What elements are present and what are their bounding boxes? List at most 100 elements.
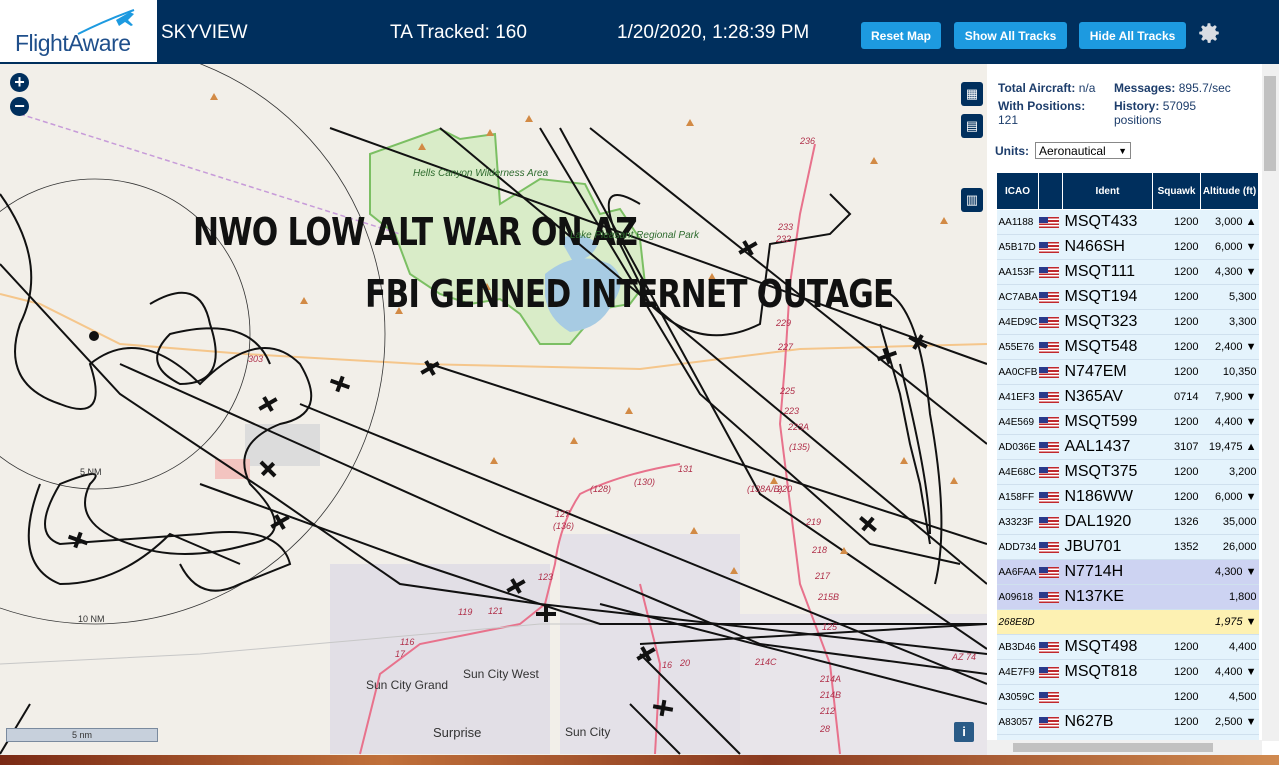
table-row[interactable]: A4E68C MSQT375 1200 3,200 (996, 459, 1259, 485)
col-header-altitude[interactable]: Altitude (ft) (1200, 172, 1259, 210)
ident-cell: N137KE (1062, 584, 1153, 610)
road-label: 233 (778, 222, 794, 232)
flightaware-logo[interactable]: FlightAware (0, 0, 157, 62)
road-label: 20 (680, 658, 691, 668)
grid-toggle-icon[interactable]: ▤ (961, 114, 983, 138)
icao-cell: A3059C (996, 684, 1039, 710)
us-flag-icon (1038, 241, 1059, 253)
table-row[interactable]: AA1188 MSQT433 1200 3,000 ▲ (996, 209, 1259, 235)
table-row[interactable]: A55E76 MSQT548 1200 2,400 ▼ (996, 334, 1259, 360)
horizontal-scroll-thumb[interactable] (1013, 743, 1213, 752)
flag-cell (1038, 534, 1063, 560)
flag-cell (1038, 484, 1063, 510)
logo-text: FlightAware (15, 30, 131, 56)
us-flag-icon (1038, 691, 1059, 703)
zoom-in-button[interactable]: + (10, 73, 29, 92)
units-select[interactable]: Aeronautical ▼ (1035, 142, 1131, 159)
table-row[interactable]: AA0CFB N747EM 1200 10,350 (996, 359, 1259, 385)
table-row[interactable]: A158FF N186WW 1200 6,000 ▼ (996, 484, 1259, 510)
table-row[interactable]: A4E569 MSQT599 1200 4,400 ▼ (996, 409, 1259, 435)
table-row[interactable]: A3059C 1200 4,500 (996, 684, 1259, 710)
map-layers-icon[interactable]: ▦ (961, 82, 983, 106)
squawk-cell: 1200 (1152, 334, 1201, 360)
table-row[interactable]: AD036E AAL1437 3107 19,475 ▲ (996, 434, 1259, 460)
col-header-ident[interactable]: Ident (1062, 172, 1153, 210)
table-row[interactable]: AB3D46 MSQT498 1200 4,400 (996, 634, 1259, 660)
altitude-cell: 1,800 (1200, 584, 1259, 610)
table-row[interactable]: A83057 N627B 1200 2,500 ▼ (996, 709, 1259, 735)
flag-cell (1038, 634, 1063, 660)
us-flag-icon (1038, 291, 1059, 303)
us-flag-icon (1038, 216, 1059, 228)
table-row[interactable]: AA6FAA N7714H 4,300 ▼ (996, 559, 1259, 585)
app-title: SKYVIEW (161, 22, 248, 43)
col-header-icao[interactable]: ICAO (996, 172, 1039, 210)
table-row[interactable]: A5B17D N466SH 1200 6,000 ▼ (996, 234, 1259, 260)
us-flag-icon (1038, 566, 1059, 578)
table-row[interactable]: ADD734 JBU701 1352 26,000 (996, 534, 1259, 560)
table-row[interactable]: A09618 N137KE 1,800 (996, 584, 1259, 610)
ident-cell: MSQT498 (1062, 634, 1153, 660)
table-row[interactable]: AA153F MSQT111 1200 4,300 ▼ (996, 259, 1259, 285)
vertical-scroll-thumb[interactable] (1264, 76, 1276, 171)
ident-cell: MSQT111 (1062, 259, 1153, 285)
ident-cell: N627B (1062, 709, 1153, 735)
altitude-cell: 6,000 ▼ (1200, 484, 1259, 510)
ta-tracked-count: TA Tracked: 160 (390, 22, 527, 43)
icao-cell: A3323F (996, 509, 1039, 535)
info-icon[interactable]: i (954, 722, 974, 742)
squawk-cell (1152, 559, 1201, 585)
ident-cell: N7714H (1062, 559, 1153, 585)
table-row[interactable]: A4ED9C MSQT323 1200 3,300 (996, 309, 1259, 335)
desktop-background-strip (0, 755, 1279, 765)
map-canvas[interactable]: + − ▦ ▤ ▥ NWO LOW ALT WAR ON AZ FBI GENN… (0, 64, 987, 755)
table-row[interactable]: AC7ABA MSQT194 1200 5,300 (996, 284, 1259, 310)
us-flag-icon (1038, 391, 1059, 403)
units-label: Units: (995, 144, 1029, 158)
altitude-cell: 4,500 (1200, 684, 1259, 710)
squawk-cell (1152, 609, 1201, 635)
hide-all-tracks-button[interactable]: Hide All Tracks (1079, 22, 1186, 49)
zoom-out-button[interactable]: − (10, 97, 29, 116)
show-all-tracks-button[interactable]: Show All Tracks (954, 22, 1067, 49)
road-label: 16 (662, 660, 673, 670)
squawk-cell: 1200 (1152, 309, 1201, 335)
horizontal-scrollbar[interactable] (987, 740, 1262, 755)
gear-icon[interactable] (1196, 20, 1222, 46)
road-label: 17 (395, 649, 406, 659)
col-header-squawk[interactable]: Squawk (1152, 172, 1201, 210)
history-stat: History: 57095 positions (1114, 99, 1197, 127)
column-panel-icon[interactable]: ▥ (961, 188, 983, 212)
vertical-scrollbar[interactable] (1262, 64, 1279, 741)
squawk-cell: 1200 (1152, 709, 1201, 735)
us-flag-icon (1038, 366, 1059, 378)
place-sun-city-grand: Sun City Grand (366, 678, 449, 692)
icao-cell: 268E8D (996, 609, 1039, 635)
altitude-cell: 6,000 ▼ (1200, 234, 1259, 260)
squawk-cell: 0714 (1152, 384, 1201, 410)
map-scale-bar: 5 nm (6, 728, 158, 742)
table-row[interactable]: A3323F DAL1920 1326 35,000 (996, 509, 1259, 535)
squawk-cell: 1200 (1152, 484, 1201, 510)
road-label: 229 (776, 318, 792, 328)
altitude-cell: 3,000 ▲ (1200, 209, 1259, 235)
flag-cell (1038, 659, 1063, 685)
icao-cell: ADD734 (996, 534, 1039, 560)
table-row[interactable]: A4E7F9 MSQT818 1200 4,400 ▼ (996, 659, 1259, 685)
flag-cell (1038, 709, 1063, 735)
place-sun-city-west: Sun City West (463, 667, 539, 681)
flag-cell (1038, 684, 1063, 710)
squawk-cell: 1200 (1152, 634, 1201, 660)
squawk-cell: 1200 (1152, 234, 1201, 260)
col-header-flag[interactable] (1038, 172, 1063, 210)
altitude-cell: 7,900 ▼ (1200, 384, 1259, 410)
ident-cell: N186WW (1062, 484, 1153, 510)
ident-cell: MSQT194 (1062, 284, 1153, 310)
flag-cell (1038, 284, 1063, 310)
table-row[interactable]: A41EF3 N365AV 0714 7,900 ▼ (996, 384, 1259, 410)
road-label: 303 (248, 354, 264, 364)
reset-map-button[interactable]: Reset Map (861, 22, 941, 49)
table-row[interactable]: 268E8D 1,975 ▼ (996, 609, 1259, 635)
icao-cell: A4E68C (996, 459, 1039, 485)
altitude-cell: 4,300 ▼ (1200, 259, 1259, 285)
